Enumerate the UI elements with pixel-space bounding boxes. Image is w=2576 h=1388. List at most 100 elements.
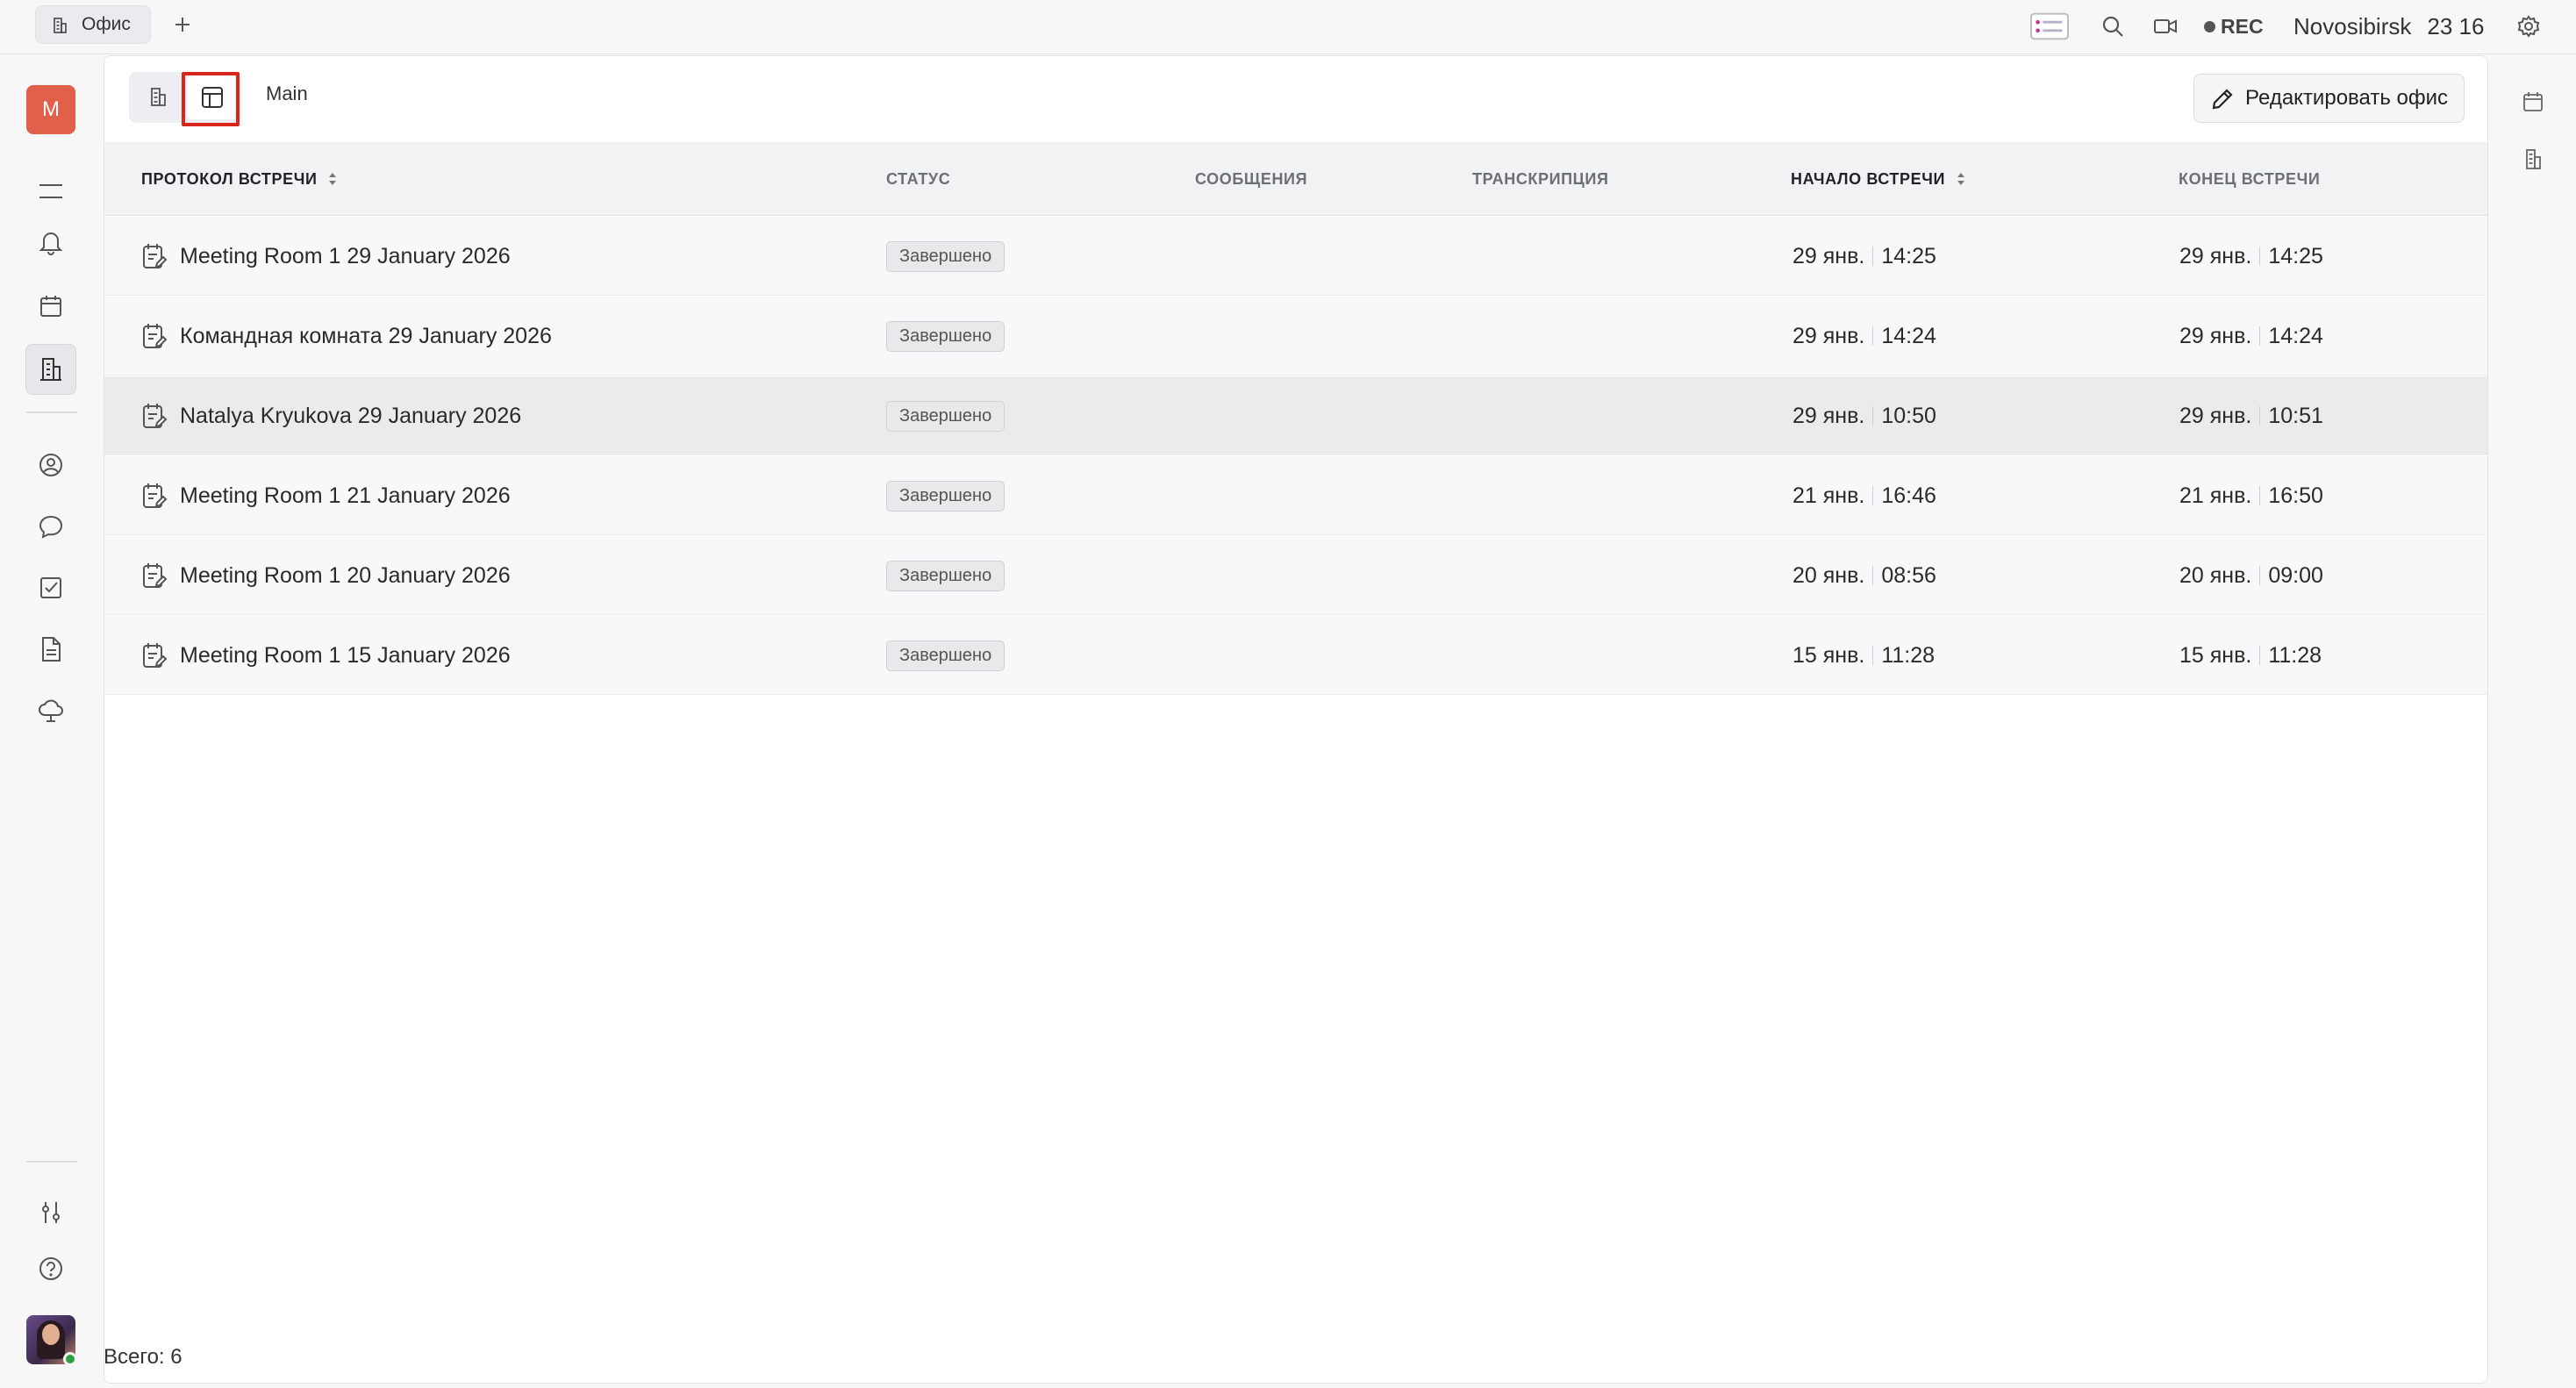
breadcrumb[interactable]: Main [266, 82, 308, 105]
sidebar-item-preferences[interactable] [25, 1187, 76, 1238]
settings-button[interactable] [2509, 7, 2548, 46]
table-row[interactable]: Natalya Kryukova 29 January 2026 Завершен… [104, 376, 2487, 455]
end-time: 09:00 [2268, 562, 2323, 588]
building-view-button[interactable] [132, 75, 183, 119]
column-header-status[interactable]: СТАТУС [886, 142, 950, 216]
right-calendar-button[interactable] [2513, 82, 2553, 122]
end-datetime: 15 янв. 11:28 [2179, 616, 2322, 695]
calendar-icon [2523, 92, 2543, 111]
view-toggle [129, 72, 241, 123]
meeting-name-cell[interactable]: Командная комната 29 January 2026 [141, 297, 552, 376]
meeting-name-cell[interactable]: Meeting Room 1 29 January 2026 [141, 217, 511, 296]
meeting-notes-icon [141, 322, 168, 350]
meeting-name-cell[interactable]: Meeting Room 1 20 January 2026 [141, 536, 511, 615]
table-icon [202, 87, 223, 108]
sidebar-divider [26, 1161, 77, 1163]
end-date: 29 янв. [2179, 403, 2252, 428]
menu-button[interactable] [25, 166, 76, 217]
table-row[interactable]: Meeting Room 1 20 January 2026 Завершено 2… [104, 536, 2487, 615]
date-time-divider [1872, 247, 1874, 266]
date-time-divider [1872, 326, 1874, 346]
table-row[interactable]: Meeting Room 1 15 January 2026 Завершено 1… [104, 616, 2487, 695]
end-datetime: 29 янв. 10:51 [2179, 376, 2323, 455]
edit-office-button[interactable]: Редактировать офис [2193, 74, 2465, 123]
clock-time: 23 16 [2427, 12, 2485, 39]
meeting-name-cell[interactable]: Meeting Room 1 15 January 2026 [141, 616, 511, 695]
start-time: 08:56 [1881, 562, 1936, 588]
meeting-name-cell[interactable]: Meeting Room 1 21 January 2026 [141, 456, 511, 535]
help-circle-icon [39, 1257, 62, 1280]
workspace-avatar[interactable]: M [26, 85, 75, 134]
sidebar-item-chat[interactable] [25, 501, 76, 552]
column-header-transcription[interactable]: ТРАНСКРИПЦИЯ [1472, 142, 1609, 216]
status-cell: Завершено [886, 536, 1005, 615]
office-building-icon [2526, 149, 2541, 169]
start-time: 14:25 [1881, 243, 1936, 268]
hamburger-icon [39, 184, 62, 198]
tab-label: Офис [82, 14, 131, 34]
start-date: 20 янв. [1792, 562, 1865, 588]
start-datetime: 29 янв. 14:25 [1792, 217, 1936, 296]
meeting-notes-icon [141, 482, 168, 510]
right-sidebar [2490, 55, 2576, 1388]
sidebar-item-drive[interactable] [25, 685, 76, 736]
record-indicator[interactable]: REC [2204, 9, 2264, 44]
table-row[interactable]: Meeting Room 1 29 January 2026 Завершено 2… [104, 217, 2487, 296]
column-header-start[interactable]: НАЧАЛО ВСТРЕЧИ [1791, 142, 1966, 216]
end-date: 20 янв. [2179, 562, 2252, 588]
table-row[interactable]: Командная комната 29 January 2026 Заверше… [104, 297, 2487, 376]
start-time: 10:50 [1881, 403, 1936, 428]
table-footer: Всего: 6 [104, 1327, 2488, 1388]
column-header-protocol[interactable]: ПРОТОКОЛ ВСТРЕЧИ [141, 142, 338, 216]
table-row[interactable]: Meeting Room 1 21 January 2026 Завершено 2… [104, 456, 2487, 535]
column-header-messages[interactable]: СООБЩЕНИЯ [1195, 142, 1307, 216]
start-datetime: 29 янв. 10:50 [1792, 376, 1936, 455]
start-date: 29 янв. [1792, 243, 1865, 268]
sidebar-item-office[interactable] [25, 344, 76, 395]
office-building-icon [151, 88, 166, 106]
status-badge: Завершено [886, 640, 1005, 671]
clock: Novosibirsk 23 16 [2293, 9, 2484, 44]
notes-toggle-button[interactable] [2030, 7, 2069, 46]
total-count: Всего: 6 [104, 1345, 182, 1369]
date-time-divider [2259, 566, 2261, 585]
meeting-notes-icon [141, 402, 168, 430]
sidebar-item-tasks[interactable] [25, 562, 76, 613]
end-date: 15 янв. [2179, 642, 2252, 668]
top-bar: Офис REC Novosibirsk 23 16 [0, 0, 2576, 54]
column-header-end[interactable]: КОНЕЦ ВСТРЕЧИ [2179, 142, 2320, 216]
date-time-divider [2259, 406, 2261, 426]
sidebar-item-documents[interactable] [25, 624, 76, 675]
start-time: 14:24 [1881, 323, 1936, 348]
status-cell: Завершено [886, 376, 1005, 455]
tab-office[interactable]: Офис [35, 5, 151, 44]
start-date: 15 янв. [1792, 642, 1865, 668]
cloud-icon [39, 699, 63, 722]
meeting-notes-icon [141, 562, 168, 590]
plus-icon [175, 18, 190, 32]
sliders-icon [42, 1202, 60, 1223]
rec-label: REC [2221, 14, 2264, 38]
search-icon [2102, 16, 2123, 37]
start-time: 11:28 [1881, 642, 1936, 668]
table-view-button[interactable] [187, 75, 238, 119]
sidebar-item-help[interactable] [25, 1243, 76, 1294]
date-time-divider [2259, 486, 2261, 505]
video-button[interactable] [2146, 7, 2185, 46]
search-button[interactable] [2093, 7, 2132, 46]
meeting-name-cell[interactable]: Natalya Kryukova 29 January 2026 [141, 376, 521, 455]
sidebar-item-notifications[interactable] [25, 217, 76, 268]
status-badge: Завершено [886, 560, 1005, 591]
meeting-name: Командная комната 29 January 2026 [180, 323, 552, 348]
date-time-divider [2259, 646, 2261, 665]
start-time: 16:46 [1881, 483, 1936, 508]
meeting-name: Meeting Room 1 21 January 2026 [180, 483, 511, 508]
right-office-button[interactable] [2513, 140, 2553, 180]
date-time-divider [1872, 566, 1874, 585]
add-tab-button[interactable] [165, 7, 200, 42]
document-icon [42, 637, 61, 662]
status-cell: Завершено [886, 616, 1005, 695]
date-time-divider [1872, 646, 1874, 665]
sidebar-item-contacts[interactable] [25, 440, 76, 490]
sidebar-item-calendar[interactable] [25, 281, 76, 332]
